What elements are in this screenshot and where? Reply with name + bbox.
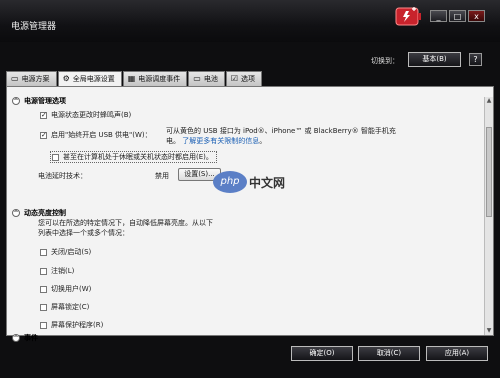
power-section-header[interactable]: ^ 电源管理选项 [12, 96, 66, 106]
help-button[interactable]: ? [469, 53, 482, 66]
watermark-logo: php [213, 171, 247, 193]
events-section-header[interactable]: ^ 事件 [12, 333, 38, 343]
brightness-option-switch-user[interactable]: 切换用户(W) [40, 284, 91, 294]
tab-label: 电源调度事件 [138, 75, 181, 83]
option-label: 切换用户(W) [51, 285, 92, 293]
checkbox[interactable] [40, 285, 47, 293]
title-bar: 电源管理器 _ □ x [0, 0, 500, 42]
tab-bar: ▭ 电源方案 ⚙ 全局电源设置 ▦ 电源调度事件 ▭ 电池 ☑ 选项 [6, 71, 263, 86]
checkbox[interactable] [40, 321, 47, 329]
restore-button[interactable]: □ [449, 10, 466, 22]
checkbox[interactable] [40, 267, 47, 275]
checkbox[interactable] [40, 303, 47, 311]
tab-battery[interactable]: ▭ 电池 [188, 71, 225, 86]
option-label: 电源状态更改时蜂鸣声(B) [51, 111, 132, 119]
brightness-option-lock[interactable]: 屏幕锁定(C) [40, 302, 89, 312]
watermark-text: 中文网 [249, 175, 286, 190]
basic-mode-button[interactable]: 基本(B) [408, 52, 461, 67]
collapse-icon[interactable]: ^ [12, 209, 20, 217]
usb-link-end: 。 [259, 137, 267, 145]
option-label: 屏幕锁定(C) [51, 303, 90, 311]
checkbox[interactable] [40, 248, 47, 256]
option-label: 启用"始终开启 USB 供电"(W)： [51, 131, 152, 139]
checkbox[interactable]: ✓ [40, 131, 47, 139]
battery-tech-value: 禁用 [155, 172, 169, 180]
brightness-description: 您可以在所选的特定情况下，自动降低屏幕亮度。从以下 列表中选择一个或多个情况： [38, 218, 213, 238]
option-label: 注销(L) [51, 267, 75, 275]
beep-option[interactable]: ✓ 电源状态更改时蜂鸣声(B) [40, 110, 131, 120]
settings-panel [6, 86, 494, 336]
calendar-icon: ▦ [127, 74, 136, 83]
tab-power-plans[interactable]: ▭ 电源方案 [6, 71, 57, 86]
section-title: 事件 [24, 334, 38, 342]
tab-label: 电源方案 [21, 75, 50, 83]
usb-power-option[interactable]: ✓ 启用"始终开启 USB 供电"(W)： [40, 130, 152, 140]
tab-label: 选项 [241, 75, 256, 83]
tab-schedule-events[interactable]: ▦ 电源调度事件 [122, 71, 188, 86]
tab-options[interactable]: ☑ 选项 [225, 71, 263, 86]
usb-desc-text: 可从黄色的 USB 接口为 iPod®、iPhone™ 或 BlackBerry… [166, 127, 396, 135]
option-label: 关闭/启动(S) [51, 248, 92, 256]
section-title: 动态亮度控制 [24, 209, 66, 217]
tab-label: 全局电源设置 [72, 75, 115, 83]
ok-button[interactable]: 确定(O) [291, 346, 353, 361]
battery-logo-icon [395, 7, 421, 26]
usb-description: 可从黄色的 USB 接口为 iPod®、iPhone™ 或 BlackBerry… [166, 126, 466, 146]
scrollbar-thumb[interactable] [486, 127, 492, 217]
tab-global-settings[interactable]: ⚙ 全局电源设置 [57, 71, 122, 86]
cancel-button[interactable]: 取消(C) [358, 346, 420, 361]
checkbox[interactable]: ✓ [40, 111, 47, 119]
option-label: 屏幕保护程序(R) [51, 321, 104, 329]
window-title: 电源管理器 [11, 22, 57, 32]
checkbox[interactable] [52, 153, 59, 161]
battery-plug-icon: ▭ [11, 74, 19, 83]
brightness-desc-2: 列表中选择一个或多个情况： [38, 229, 129, 237]
brightness-option-shutdown[interactable]: 关闭/启动(S) [40, 247, 91, 257]
scroll-up-icon[interactable]: ▲ [485, 97, 493, 105]
scroll-down-icon[interactable]: ▼ [485, 327, 493, 335]
brightness-section-header[interactable]: ^ 动态亮度控制 [12, 208, 66, 218]
battery-icon: ▭ [193, 74, 201, 83]
power-manager-window: 电源管理器 _ □ x 切换到： 基本(B) ? ▭ 电源方案 ⚙ 全局电源设置… [0, 0, 500, 378]
close-button[interactable]: x [468, 10, 485, 22]
collapse-icon[interactable]: ^ [12, 97, 20, 105]
section-title: 电源管理选项 [24, 97, 66, 105]
tab-label: 电池 [203, 75, 218, 83]
option-label: 甚至在计算机处于休眠或关机状态时都启用(E)。 [63, 153, 213, 161]
minimize-button[interactable]: _ [430, 10, 447, 22]
collapse-icon[interactable]: ^ [12, 334, 20, 342]
gear-icon: ⚙ [62, 74, 70, 83]
switch-to-label: 切换到： [371, 57, 399, 65]
usb-desc-text-2: 电。 [166, 137, 180, 145]
brightness-desc-1: 您可以在所选的特定情况下，自动降低屏幕亮度。从以下 [38, 219, 213, 227]
brightness-option-logoff[interactable]: 注销(L) [40, 266, 74, 276]
watermark: php 中文网 [213, 171, 285, 193]
apply-button[interactable]: 应用(A) [426, 346, 488, 361]
battery-tech-label: 电池延时技术： [38, 172, 87, 180]
sleep-usb-option[interactable]: 甚至在计算机处于休眠或关机状态时都启用(E)。 [50, 151, 217, 163]
brightness-option-screensaver[interactable]: 屏幕保护程序(R) [40, 320, 103, 330]
scrollbar[interactable]: ▲ ▼ [484, 97, 493, 335]
learn-more-link[interactable]: 了解更多有关限制的信息 [182, 137, 259, 145]
checkbox-icon: ☑ [230, 74, 239, 83]
